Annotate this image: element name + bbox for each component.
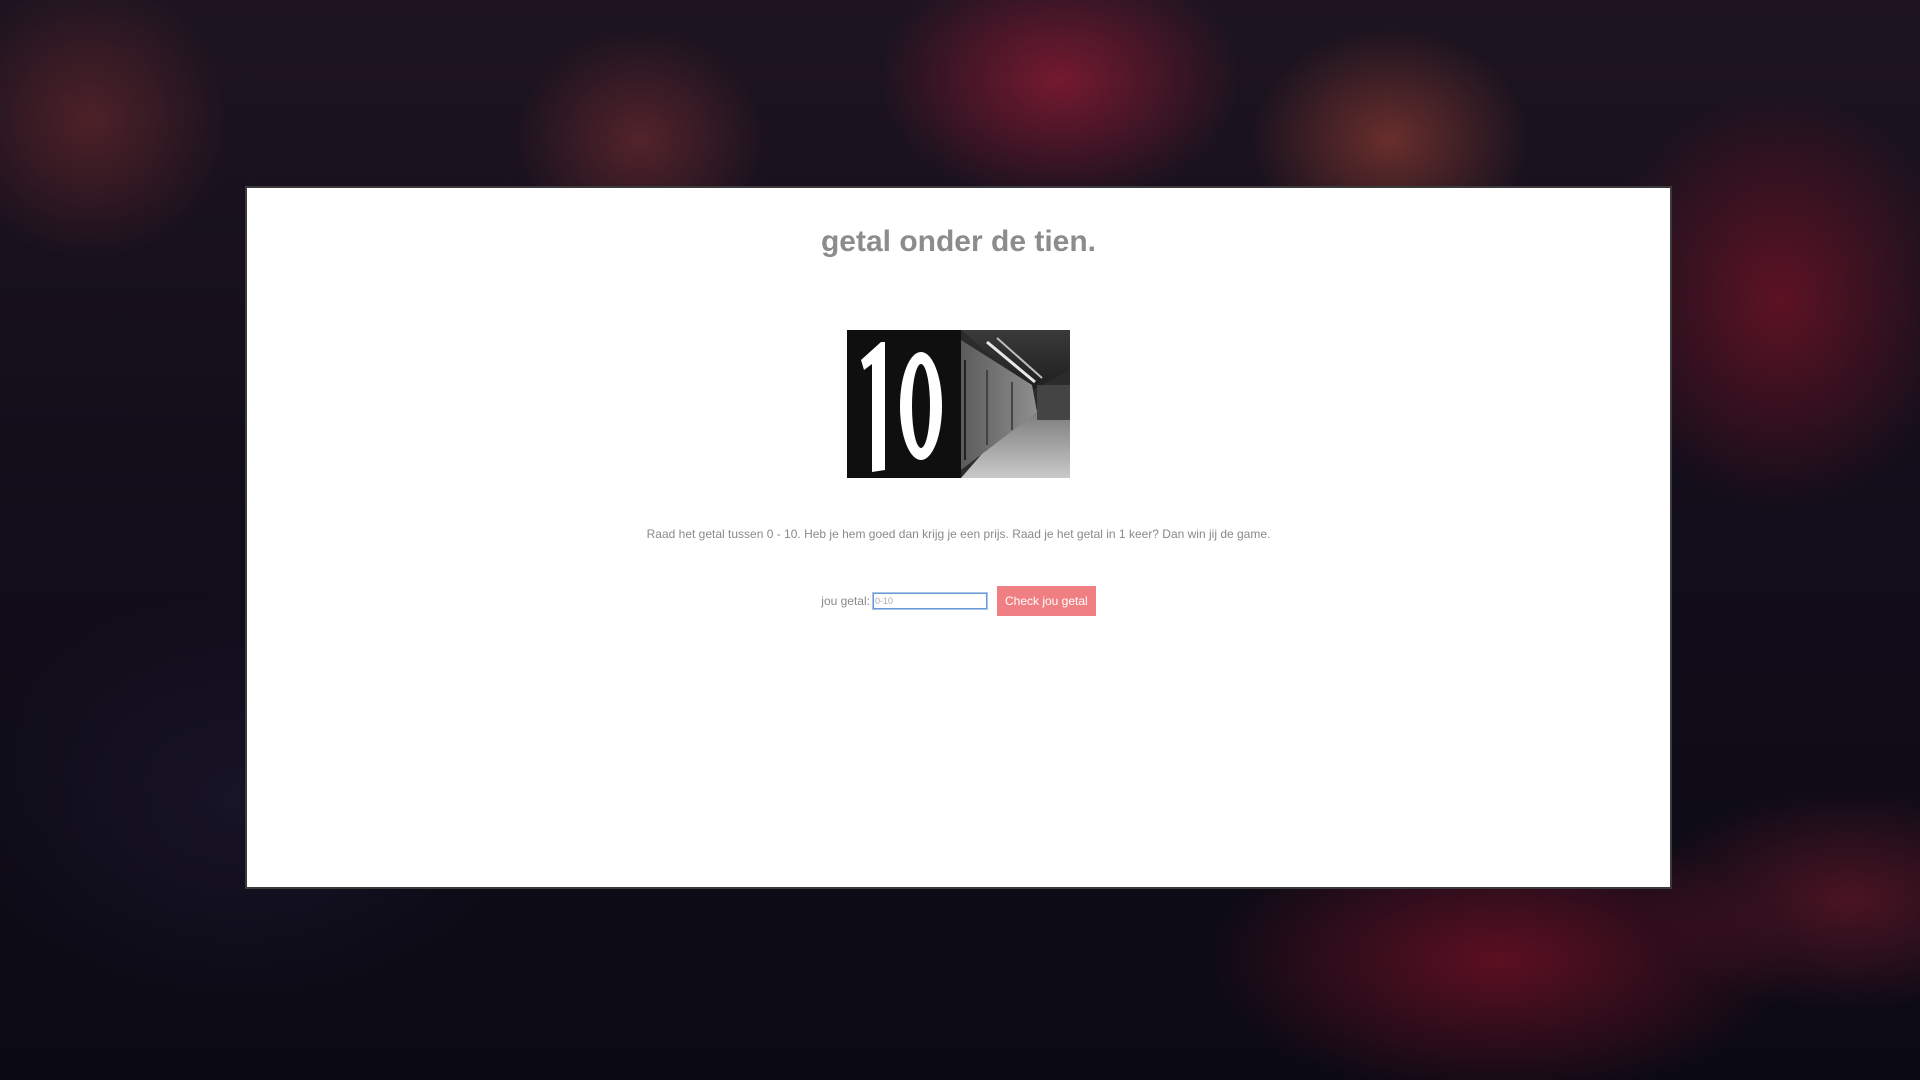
- check-guess-button[interactable]: Check jou getal: [996, 586, 1096, 616]
- game-instructions: Raad het getal tussen 0 - 10. Heb je hem…: [646, 527, 1271, 541]
- number-ten-image: [847, 330, 1070, 478]
- guess-label: jou getal:: [821, 594, 870, 608]
- guess-form: jou getal: Check jou getal: [247, 586, 1670, 616]
- guess-input[interactable]: [871, 592, 988, 610]
- game-panel: getal onder de tien. Raad het getal tuss…: [245, 186, 1672, 889]
- page-title: getal onder de tien.: [820, 225, 1097, 258]
